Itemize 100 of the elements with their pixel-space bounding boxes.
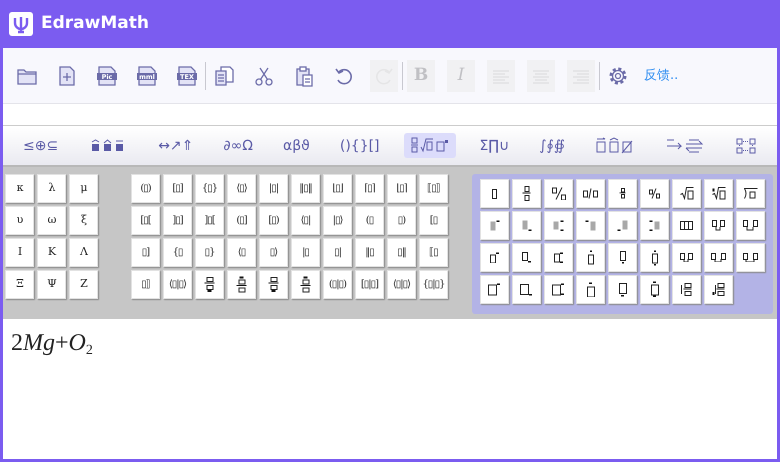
- symbol-button[interactable]: [▯: [419, 206, 448, 235]
- template-button[interactable]: [576, 179, 605, 208]
- symbol-button[interactable]: ▯}: [195, 238, 224, 267]
- template-icon: [620, 251, 626, 264]
- symbol-button[interactable]: ▯‖: [387, 238, 416, 267]
- symbol-category-tab[interactable]: ∂∞Ω: [217, 132, 260, 158]
- symbol-button[interactable]: (▯|▯): [323, 270, 352, 299]
- symbol-category-tab[interactable]: Σ∏∪: [474, 132, 516, 158]
- template-button[interactable]: [480, 275, 509, 304]
- template-button[interactable]: [608, 179, 637, 208]
- template-button[interactable]: [736, 243, 765, 272]
- template-button[interactable]: [672, 211, 701, 240]
- symbol-button[interactable]: ω: [37, 206, 66, 235]
- template-button[interactable]: [608, 275, 637, 304]
- symbol-category-tab[interactable]: ∫∮∯: [533, 132, 571, 158]
- symbol-button[interactable]: [▯[: [131, 206, 160, 235]
- symbol-category-tab[interactable]: αβϑ: [277, 132, 316, 158]
- template-button[interactable]: [544, 243, 573, 272]
- symbol-button[interactable]: ▯|: [323, 238, 352, 267]
- template-button[interactable]: [672, 243, 701, 272]
- symbol-button[interactable]: ξ: [69, 206, 98, 235]
- symbol-button[interactable]: |▯|: [259, 174, 288, 203]
- symbol-button[interactable]: |▯: [291, 238, 320, 267]
- symbol-button[interactable]: ]▯[: [195, 206, 224, 235]
- symbol-button[interactable]: ⟨▯⟩: [227, 174, 256, 203]
- symbol-button[interactable]: [▯]: [163, 174, 192, 203]
- symbol-button[interactable]: ‖▯: [355, 238, 384, 267]
- symbol-category-tab[interactable]: (){}[]: [334, 132, 386, 158]
- template-button[interactable]: [640, 179, 669, 208]
- symbol-button[interactable]: {▯: [163, 238, 192, 267]
- symbol-button[interactable]: ▯]: [131, 238, 160, 267]
- template-button[interactable]: [640, 243, 669, 272]
- template-button[interactable]: [672, 275, 701, 304]
- symbol-button[interactable]: ⟨▯: [227, 238, 256, 267]
- template-icon: [522, 220, 532, 232]
- symbol-button[interactable]: |▯⟩: [323, 206, 352, 235]
- symbol-button[interactable]: κ: [5, 174, 34, 203]
- template-button[interactable]: [672, 179, 701, 208]
- template-button[interactable]: [480, 179, 509, 208]
- template-icon: [744, 188, 758, 199]
- symbol-button[interactable]: ⟦▯: [419, 238, 448, 267]
- template-button[interactable]: [512, 243, 541, 272]
- symbol-button[interactable]: ⟨▯|▯⟩: [163, 270, 192, 299]
- symbol-button[interactable]: Ψ: [37, 270, 66, 299]
- symbol-button[interactable]: Ι: [5, 238, 34, 267]
- symbol-button[interactable]: [227, 270, 256, 299]
- template-button[interactable]: [480, 243, 509, 272]
- symbol-button[interactable]: (▯: [355, 206, 384, 235]
- template-icon: [680, 252, 693, 262]
- symbol-button[interactable]: μ: [69, 174, 98, 203]
- symbol-button[interactable]: {▯|▯}: [419, 270, 448, 299]
- symbol-button[interactable]: λ: [37, 174, 66, 203]
- symbol-button[interactable]: [▯|▯]: [355, 270, 384, 299]
- symbol-category-tab[interactable]: ↔↗⇑: [152, 132, 200, 158]
- symbol-category-tab[interactable]: ≤⊕⊆: [17, 132, 64, 158]
- template-button[interactable]: [512, 275, 541, 304]
- template-button[interactable]: [544, 179, 573, 208]
- template-button[interactable]: [704, 211, 733, 240]
- symbol-button[interactable]: ⌊▯⌋: [323, 174, 352, 203]
- symbol-button[interactable]: ▯): [387, 206, 416, 235]
- template-button[interactable]: [576, 275, 605, 304]
- symbol-button[interactable]: (▯]: [227, 206, 256, 235]
- template-button[interactable]: [512, 179, 541, 208]
- template-icon: [652, 250, 658, 266]
- symbol-button[interactable]: ⟨▯|▯⟩: [387, 270, 416, 299]
- symbol-button[interactable]: ▯⟧: [131, 270, 160, 299]
- window-title: EdrawMath: [41, 12, 149, 36]
- symbol-button[interactable]: {▯}: [195, 174, 224, 203]
- symbol-button[interactable]: ⟦▯⟧: [419, 174, 448, 203]
- copy-icon: [213, 64, 235, 86]
- template-button[interactable]: [704, 179, 733, 208]
- template-icon: [711, 252, 726, 262]
- template-button[interactable]: [608, 243, 637, 272]
- symbol-button[interactable]: [195, 270, 224, 299]
- symbol-button[interactable]: Ξ: [5, 270, 34, 299]
- symbol-button[interactable]: ‖▯‖: [291, 174, 320, 203]
- symbol-button[interactable]: ▯⟩: [259, 238, 288, 267]
- template-button[interactable]: [640, 275, 669, 304]
- template-icon: [488, 283, 501, 296]
- template-button[interactable]: [704, 275, 733, 304]
- symbol-button[interactable]: ]▯]: [163, 206, 192, 235]
- symbol-button[interactable]: υ: [5, 206, 34, 235]
- matrix-icon: [734, 137, 757, 154]
- symbol-button[interactable]: [259, 270, 288, 299]
- symbol-button[interactable]: [291, 270, 320, 299]
- template-button[interactable]: [704, 243, 733, 272]
- symbol-button[interactable]: Κ: [37, 238, 66, 267]
- symbol-button[interactable]: Λ: [69, 238, 98, 267]
- symbol-button[interactable]: ⟨▯|: [291, 206, 320, 235]
- symbol-button[interactable]: [▯): [259, 206, 288, 235]
- symbol-button[interactable]: ⌈▯⌉: [355, 174, 384, 203]
- template-icon: [650, 281, 658, 298]
- symbol-button[interactable]: Ζ: [69, 270, 98, 299]
- template-button[interactable]: [544, 275, 573, 304]
- symbol-category-tab[interactable]: [404, 133, 456, 158]
- template-button[interactable]: [576, 243, 605, 272]
- symbol-button[interactable]: (▯): [131, 174, 160, 203]
- template-button[interactable]: [736, 179, 765, 208]
- symbol-button[interactable]: ⌊▯⌉: [387, 174, 416, 203]
- template-button[interactable]: [736, 211, 765, 240]
